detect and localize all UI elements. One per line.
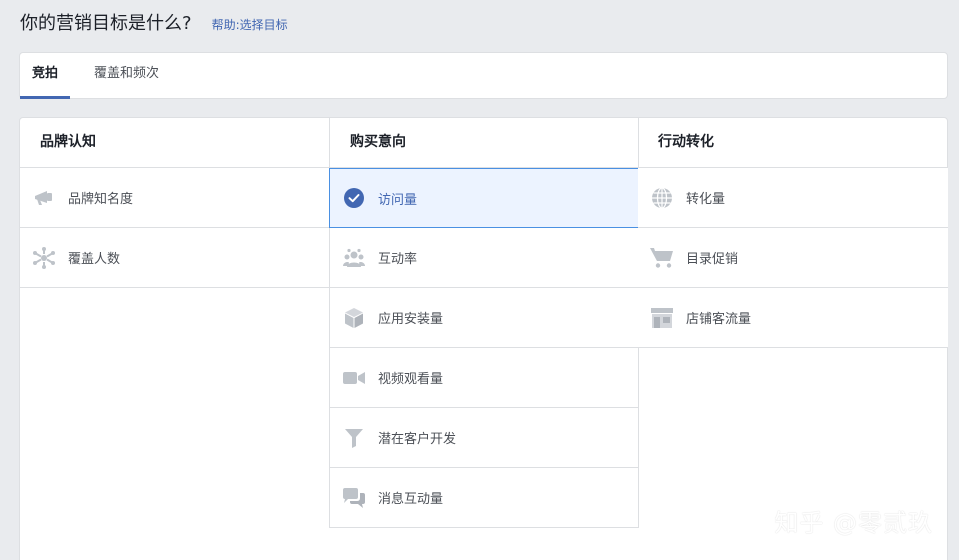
tab-bar: 竞拍 覆盖和频次 <box>19 52 948 99</box>
objective-messages[interactable]: 消息互动量 <box>329 468 639 528</box>
objective-label: 品牌知名度 <box>68 192 134 207</box>
objective-label: 访问量 <box>378 192 418 208</box>
tab-auction[interactable]: 竞拍 <box>20 53 71 99</box>
column-consideration: 购买意向 访问量 互动率 应用安装量 视频观看量 潜在客户开发 消息互动量 <box>329 118 639 528</box>
objective-traffic[interactable]: 访问量 <box>329 168 639 228</box>
objective-label: 应用安装量 <box>378 312 444 327</box>
help-link[interactable]: 帮助:选择目标 <box>212 16 288 33</box>
objective-conversions[interactable]: 转化量 <box>638 168 948 228</box>
objective-brand-awareness[interactable]: 品牌知名度 <box>20 168 330 228</box>
objective-label: 店铺客流量 <box>686 312 752 327</box>
objective-video-views[interactable]: 视频观看量 <box>329 348 639 408</box>
objective-label: 潜在客户开发 <box>378 432 457 447</box>
reach-burst-icon <box>32 246 56 270</box>
objective-label: 转化量 <box>686 192 726 207</box>
objective-store-traffic[interactable]: 店铺客流量 <box>638 288 948 348</box>
objective-panel: 品牌认知 品牌知名度 覆盖人数 购买意向 访问量 互动率 应用安装量 视频观看量… <box>19 117 948 560</box>
chat-bubbles-icon <box>342 486 366 510</box>
objective-lead-generation[interactable]: 潜在客户开发 <box>329 408 639 468</box>
funnel-icon <box>342 426 366 450</box>
column-title-conversion: 行动转化 <box>638 118 948 168</box>
objective-engagement[interactable]: 互动率 <box>329 228 639 288</box>
storefront-icon <box>650 306 674 330</box>
column-awareness: 品牌认知 品牌知名度 覆盖人数 <box>20 118 330 288</box>
column-title-awareness: 品牌认知 <box>20 118 330 168</box>
check-circle-icon <box>342 186 366 210</box>
objective-app-installs[interactable]: 应用安装量 <box>329 288 639 348</box>
box-icon <box>342 306 366 330</box>
globe-icon <box>650 186 674 210</box>
objective-label: 消息互动量 <box>378 492 444 507</box>
watermark: 知乎 @零贰玖 <box>774 509 933 537</box>
tab-reach-frequency[interactable]: 覆盖和频次 <box>82 53 171 98</box>
video-camera-icon <box>342 366 366 390</box>
objective-label: 目录促销 <box>686 252 739 267</box>
objective-label: 覆盖人数 <box>68 252 121 267</box>
objective-label: 视频观看量 <box>378 372 444 387</box>
page-title: 你的营销目标是什么? <box>20 13 192 34</box>
megaphone-icon <box>32 186 56 210</box>
people-icon <box>342 246 366 270</box>
column-conversion: 行动转化 转化量 目录促销 店铺客流量 <box>638 118 948 348</box>
column-title-consideration: 购买意向 <box>329 118 639 168</box>
objective-reach[interactable]: 覆盖人数 <box>20 228 330 288</box>
shopping-cart-icon <box>650 246 674 270</box>
objective-catalog-sales[interactable]: 目录促销 <box>638 228 948 288</box>
page-header: 你的营销目标是什么? 帮助:选择目标 <box>20 9 288 35</box>
objective-label: 互动率 <box>378 252 418 267</box>
